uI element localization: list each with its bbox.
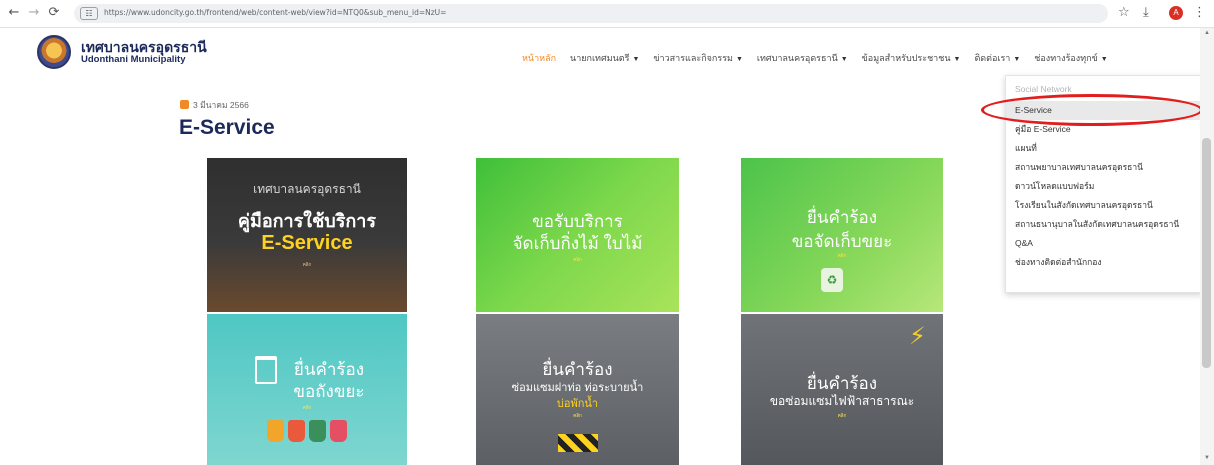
card-garbage-collection[interactable]: ยื่นคำร้อง ขอจัดเก็บขยะ คลิก ♻: [741, 158, 943, 312]
publish-date-text: 3 มีนาคม 2566: [193, 100, 249, 110]
red-highlight-annotation: [981, 94, 1203, 126]
card-garbage-collection-line2: ขอจัดเก็บขยะ: [791, 232, 893, 251]
card-streetlight-repair[interactable]: ⚡ ยื่นคำร้อง ขอซ่อมแซมไฟฟ้าสาธารณะ คลิก: [741, 314, 943, 465]
profile-avatar[interactable]: A: [1169, 6, 1183, 20]
publish-date: 3 มีนาคม 2566: [180, 98, 249, 112]
page-title: E-Service: [179, 116, 275, 139]
caret-down-icon: ▼: [735, 56, 743, 63]
card-branch-collection-cta: คลิก: [573, 257, 582, 262]
caret-down-icon: ▼: [1100, 56, 1108, 63]
card-branch-collection[interactable]: ขอรับบริการ จัดเก็บกิ่งไม้ ใบไม้ คลิก: [476, 158, 679, 312]
dropdown-item-download-forms[interactable]: ดาวน์โหลดแบบฟอร์ม: [1006, 177, 1202, 196]
nav-news[interactable]: ข่าวสารและกิจกรรม ▼: [653, 51, 743, 65]
caret-down-icon: ▼: [953, 56, 961, 63]
nav-complaints[interactable]: ช่องทางร้องทุกข์ ▼: [1034, 51, 1107, 65]
dropdown-item-hospitals[interactable]: สถานพยาบาลเทศบาลนครอุดรธานี: [1006, 158, 1202, 177]
site-info-icon[interactable]: ☷: [80, 7, 98, 20]
card-eservice-manual-line1: เทศบาลนครอุดรธานี: [253, 182, 361, 196]
lightning-bolt-icon: ⚡: [909, 322, 926, 350]
card-streetlight-repair-line2: ขอซ่อมแซมไฟฟ้าสาธารณะ: [769, 394, 915, 408]
card-bin-request[interactable]: ยื่นคำร้อง ขอถังขยะ คลิก: [207, 314, 407, 465]
nav-municipality-label: เทศบาลนครอุดรธานี: [756, 53, 838, 63]
nav-contact[interactable]: ติดต่อเรา ▼: [974, 51, 1020, 65]
nav-mayor-label: นายกเทศมนตรี: [570, 53, 630, 63]
nav-contact-label: ติดต่อเรา: [974, 53, 1011, 63]
card-streetlight-repair-cta: คลิก: [837, 413, 847, 418]
site-name-english[interactable]: Udonthani Municipality: [81, 54, 186, 65]
url-text[interactable]: https://www.udoncity.go.th/frontend/web/…: [104, 8, 446, 17]
main-navigation: หน้าหลัก นายกเทศมนตรี ▼ ข่าวสารและกิจกรรม…: [522, 51, 1108, 65]
calendar-icon: [180, 100, 189, 109]
nav-news-label: ข่าวสารและกิจกรรม: [653, 53, 733, 63]
dropdown-item-pawnshops[interactable]: สถานธนานุบาลในสังกัดเทศบาลนครอุดรธานี: [1006, 215, 1202, 234]
browser-menu-icon[interactable]: ⋮: [1193, 5, 1206, 21]
browser-toolbar: ← → ⟳ ☷ https://www.udoncity.go.th/front…: [0, 0, 1214, 28]
caret-down-icon: ▼: [840, 56, 848, 63]
card-drain-repair[interactable]: ยื่นคำร้อง ซ่อมแซมฝาท่อ ท่อระบายน้ำ บ่อพ…: [476, 314, 679, 465]
nav-mayor[interactable]: นายกเทศมนตรี ▼: [570, 51, 639, 65]
card-garbage-collection-line1: ยื่นคำร้อง: [806, 208, 878, 227]
card-branch-collection-line2: จัดเก็บกิ่งไม้ ใบไม้: [512, 234, 643, 253]
dropdown-item-contact-offices[interactable]: ช่องทางติดต่อสำนักกอง: [1006, 253, 1202, 272]
nav-public-info[interactable]: ข้อมูลสำหรับประชาชน ▼: [862, 51, 961, 65]
nav-home[interactable]: หน้าหลัก: [522, 51, 556, 65]
caret-down-icon: ▼: [1013, 56, 1021, 63]
card-bin-request-cta: คลิก: [302, 405, 312, 410]
scroll-up-icon[interactable]: ▲: [1203, 30, 1211, 36]
address-bar[interactable]: ☷ https://www.udoncity.go.th/frontend/we…: [74, 4, 1108, 23]
card-drain-repair-line3: บ่อพักน้ำ: [556, 398, 599, 410]
card-drain-repair-cta: คลิก: [573, 413, 582, 418]
dropdown-item-qa[interactable]: Q&A: [1006, 234, 1202, 253]
card-eservice-manual-line2: คู่มือการใช้บริการ: [237, 211, 377, 231]
forward-icon[interactable]: →: [26, 5, 42, 21]
card-eservice-manual[interactable]: เทศบาลนครอุดรธานี คู่มือการใช้บริการ E-S…: [207, 158, 407, 312]
caret-down-icon: ▼: [632, 56, 640, 63]
nav-complaints-label: ช่องทางร้องทุกข์: [1034, 53, 1098, 63]
dropdown-item-map[interactable]: แผนที่: [1006, 139, 1202, 158]
recycle-bin-icon: ♻: [821, 268, 843, 292]
reload-icon[interactable]: ⟳: [46, 5, 62, 21]
card-garbage-collection-cta: คลิก: [837, 253, 847, 258]
back-icon[interactable]: ←: [6, 5, 22, 21]
construction-barrier-icon: [558, 434, 598, 452]
scroll-down-icon[interactable]: ▼: [1203, 455, 1211, 461]
bookmark-star-icon[interactable]: ☆: [1118, 5, 1130, 21]
card-eservice-manual-line3: E-Service: [261, 232, 353, 254]
card-bin-request-line2: ขอถังขยะ: [293, 382, 365, 401]
scrollbar-thumb[interactable]: [1202, 138, 1211, 368]
download-icon[interactable]: ⤓: [1143, 5, 1149, 21]
colored-bins-illustration: [267, 420, 347, 442]
nav-public-info-label: ข้อมูลสำหรับประชาชน: [861, 53, 951, 63]
nav-home-label: หน้าหลัก: [522, 53, 557, 63]
municipality-seal-logo[interactable]: [37, 35, 71, 69]
nav-municipality[interactable]: เทศบาลนครอุดรธานี ▼: [757, 51, 848, 65]
card-eservice-manual-cta: คลิก: [302, 262, 312, 267]
dropdown-header: Social Network: [1015, 84, 1072, 94]
dropdown-item-schools[interactable]: โรงเรียนในสังกัดเทศบาลนครอุดรธานี: [1006, 196, 1202, 215]
